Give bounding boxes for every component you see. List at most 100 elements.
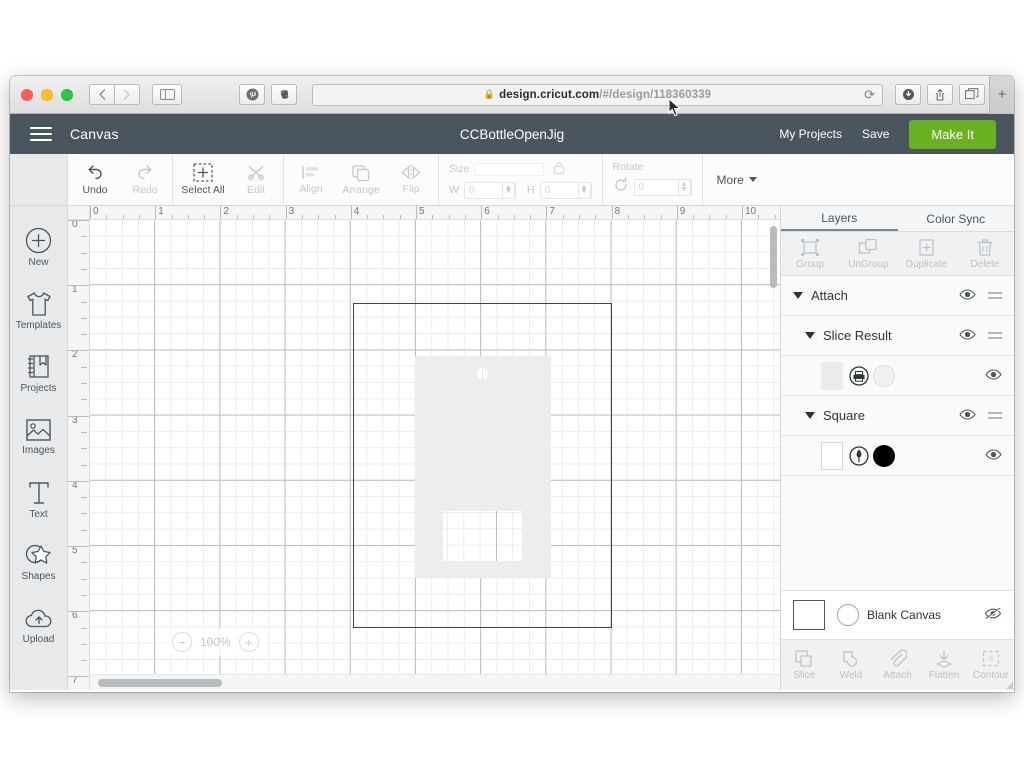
ruler-label: 10 <box>745 206 757 217</box>
make-it-button[interactable]: Make It <box>909 119 996 149</box>
print-icon[interactable] <box>849 365 869 386</box>
rotate-stepper[interactable]: ▲ ▼ <box>677 179 691 196</box>
zoom-in-button[interactable]: + <box>238 632 259 652</box>
evernote-icon[interactable] <box>271 84 297 105</box>
rotate-input-row: 0 ▲ ▼ <box>613 177 692 198</box>
layer-row-print-item[interactable] <box>781 356 1014 396</box>
edit-button[interactable]: Edit <box>231 154 281 205</box>
ruler-tick <box>68 350 89 352</box>
layer-row-cut-item[interactable] <box>781 436 1014 476</box>
cut-icon[interactable] <box>849 445 869 466</box>
address-bar[interactable]: 🔒 design.cricut.com/#/design/118360339 ⟳ <box>312 83 883 106</box>
maximize-window-button[interactable] <box>61 88 73 101</box>
layer-row-attach[interactable]: Attach <box>781 276 1014 316</box>
ruler-tick <box>122 215 124 219</box>
hamburger-menu-icon[interactable] <box>30 123 52 145</box>
layer-menu-icon[interactable] <box>988 289 1002 302</box>
slice-button[interactable]: Slice <box>781 649 828 681</box>
zoom-out-button[interactable]: − <box>172 632 192 652</box>
ruler-tick <box>81 317 87 319</box>
eye-icon[interactable] <box>985 368 1002 383</box>
layer-color-swatch[interactable] <box>873 364 895 387</box>
eye-icon[interactable] <box>985 448 1002 463</box>
save-button[interactable]: Save <box>862 127 889 141</box>
ruler-tick <box>399 215 401 219</box>
panel-resize-grip[interactable] <box>1006 682 1013 689</box>
blank-canvas-swatch[interactable] <box>837 604 859 626</box>
width-stepper[interactable]: ▲ ▼ <box>501 181 515 199</box>
sidebar-item-projects[interactable]: Projects <box>10 342 68 405</box>
canvas-label: Canvas <box>70 126 119 142</box>
align-button[interactable]: Align <box>286 154 336 205</box>
my-projects-link[interactable]: My Projects <box>779 127 842 141</box>
sidebar-item-images[interactable]: Images <box>10 405 68 468</box>
ungroup-button[interactable]: UnGroup <box>839 238 897 270</box>
lock-icon: 🔒 <box>483 89 496 99</box>
layer-menu-icon[interactable] <box>988 329 1002 342</box>
sidebar-item-templates[interactable]: Templates <box>10 279 68 342</box>
weld-button[interactable]: Weld <box>828 649 875 681</box>
pinterest-icon[interactable] <box>239 84 265 105</box>
blank-canvas-row[interactable]: Blank Canvas <box>781 590 1014 640</box>
redo-button[interactable]: Redo <box>120 154 170 205</box>
rotate-input[interactable]: 0 ▲ ▼ <box>633 179 692 196</box>
ruler-label: 8 <box>614 206 621 217</box>
layer-color-swatch[interactable] <box>873 444 895 467</box>
select-all-button[interactable]: Select All <box>175 154 231 205</box>
layer-name-attach: Attach <box>811 288 848 303</box>
canvas-shape-slice-result[interactable] <box>415 356 551 578</box>
chevron-down-icon[interactable] <box>805 412 815 419</box>
ruler-tick <box>693 215 695 219</box>
tab-layers[interactable]: Layers <box>781 206 898 231</box>
canvas-vertical-scrollbar[interactable] <box>770 226 777 288</box>
delete-button[interactable]: Delete <box>956 238 1014 270</box>
close-window-button[interactable] <box>21 88 33 101</box>
sidebar-toggle-button[interactable] <box>152 84 182 105</box>
sidebar-item-shapes[interactable]: Shapes <box>10 531 68 594</box>
group-button[interactable]: Group <box>781 238 839 270</box>
layer-row-square[interactable]: Square <box>781 396 1014 436</box>
undo-button[interactable]: Undo <box>70 154 120 205</box>
eye-icon[interactable] <box>959 328 976 343</box>
flip-button[interactable]: Flip <box>386 154 436 205</box>
reload-icon[interactable]: ⟳ <box>864 87 875 103</box>
sidebar-item-upload[interactable]: Upload <box>10 594 68 657</box>
canvas-region[interactable]: 0 1 2 3 4 5 6 7 8 9 10 01234567 − 100% + <box>68 206 780 690</box>
slice-label: Slice <box>793 670 816 681</box>
share-icon[interactable] <box>927 84 953 105</box>
tab-overview-icon[interactable] <box>959 84 985 105</box>
more-dropdown-button[interactable]: More <box>717 173 757 187</box>
new-tab-button[interactable]: + <box>989 76 1014 114</box>
sidebar-item-new[interactable]: New <box>10 216 68 279</box>
canvas-horizontal-scrollbar[interactable] <box>98 679 222 687</box>
layer-row-slice-result[interactable]: Slice Result <box>781 316 1014 356</box>
lock-aspect-ratio-icon[interactable] <box>553 161 565 178</box>
attach-button[interactable]: Attach <box>874 649 921 681</box>
arrange-button[interactable]: Arrange <box>336 154 386 205</box>
minimize-window-button[interactable] <box>41 88 53 101</box>
eye-icon[interactable] <box>959 288 976 303</box>
eye-icon[interactable] <box>959 408 976 423</box>
eye-slash-icon[interactable] <box>984 607 1002 623</box>
edit-label: Edit <box>246 184 266 196</box>
tab-color-sync[interactable]: Color Sync <box>898 206 1015 231</box>
forward-button[interactable] <box>114 84 140 105</box>
contour-button[interactable]: Contour <box>967 649 1014 681</box>
rotate-icon[interactable] <box>613 177 629 198</box>
chevron-down-icon[interactable] <box>805 332 815 339</box>
duplicate-button[interactable]: Duplicate <box>898 238 956 270</box>
sidebar-item-text[interactable]: Text <box>10 468 68 531</box>
blank-canvas-label: Blank Canvas <box>867 608 942 622</box>
height-stepper[interactable]: ▲ ▼ <box>577 181 591 199</box>
text-t-icon <box>28 481 49 504</box>
layer-menu-icon[interactable] <box>988 409 1002 422</box>
flatten-button[interactable]: Flatten <box>921 649 968 681</box>
canvas-grid-viewport[interactable]: − 100% + <box>90 220 780 690</box>
chevron-down-icon[interactable] <box>793 292 803 299</box>
sidebar-label-templates: Templates <box>15 319 62 331</box>
download-icon[interactable] <box>895 84 921 105</box>
back-button[interactable] <box>89 84 115 105</box>
height-input[interactable]: 0 ▲ ▼ <box>539 181 592 199</box>
width-input[interactable]: 0 ▲ ▼ <box>463 181 516 199</box>
canvas-horizontal-scrollbar-track[interactable] <box>90 674 780 690</box>
